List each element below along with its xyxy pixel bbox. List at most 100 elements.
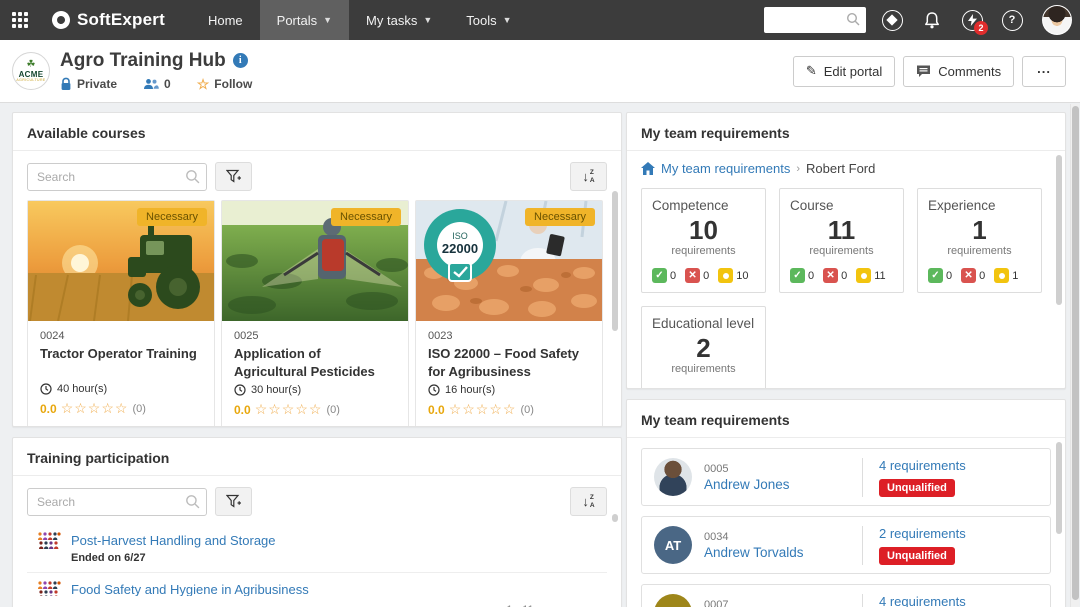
filter-icon [226, 169, 242, 184]
panel-title: My team requirements [627, 412, 1065, 438]
person-avatar-initials: AT [654, 526, 692, 564]
bell-icon [923, 11, 941, 30]
chevron-right-icon: › [796, 163, 800, 175]
x-icon: ✕ [685, 268, 700, 283]
updates-button[interactable]: 2 [952, 0, 992, 40]
person-requirements-link[interactable]: 4 requirements [879, 594, 1038, 607]
training-link[interactable]: Post-Harvest Handling and Storage [71, 533, 276, 548]
person-row[interactable]: 0005 Andrew Jones 4 requirements Unquali… [641, 448, 1051, 506]
home-icon [641, 162, 655, 175]
courses-search-input[interactable] [27, 163, 207, 191]
content-area: Available courses ↓ ZA [0, 104, 1080, 607]
person-row[interactable]: AT 0034 Andrew Torvalds 2 requirements U… [641, 516, 1051, 574]
training-item[interactable]: Post-Harvest Handling and Storage Ended … [27, 524, 607, 573]
course-image: Necessary [28, 201, 214, 321]
pending-icon [856, 268, 871, 283]
person-code: 0007 [704, 599, 774, 607]
person-code: 0034 [704, 531, 804, 543]
star-icons: ☆☆☆☆☆ [61, 400, 129, 417]
person-requirements-link[interactable]: 2 requirements [879, 526, 1038, 541]
page-scrollbar-thumb[interactable] [1072, 106, 1079, 600]
course-code: 0024 [40, 330, 202, 342]
clock-icon [234, 384, 246, 396]
req-card-competence[interactable]: Competence 10 requirements ✓0 ✕0 10 [641, 188, 766, 293]
course-card-iso22000[interactable]: ISO 22000 Necessary 0023 ISO 22000 – Foo… [415, 200, 603, 427]
training-participation-panel: Training participation ↓ ZA [12, 437, 622, 607]
iso-badge-art: ISO 22000 [424, 209, 496, 281]
requirements-scrollbar-thumb[interactable] [1056, 155, 1062, 305]
training-link[interactable]: Food Safety and Hygiene in Agribusiness [71, 582, 309, 596]
req-card-course[interactable]: Course 11 requirements ✓0 ✕0 11 [779, 188, 904, 293]
brand-logo[interactable]: SoftExpert [52, 10, 165, 30]
notifications-button[interactable] [912, 0, 952, 40]
training-scrollbar-thumb[interactable] [612, 514, 618, 522]
filter-button[interactable] [215, 162, 252, 191]
group-icon [37, 581, 61, 596]
page-scrollbar[interactable] [1070, 104, 1079, 607]
chevron-down-icon: ▼ [503, 15, 512, 25]
page-next-icon[interactable]: › [590, 602, 595, 607]
notification-badge: 2 [974, 21, 988, 35]
sort-icon: ↓ [582, 169, 589, 184]
team-requirements-panel: My team requirements My team requirement… [626, 112, 1066, 389]
training-item[interactable]: Food Safety and Hygiene in Agribusiness … [27, 573, 607, 596]
sort-icon: ↓ [582, 494, 589, 509]
person-name-link[interactable]: Andrew Torvalds [704, 545, 804, 560]
courses-scrollbar-thumb[interactable] [612, 191, 618, 331]
help-button[interactable]: ? [992, 0, 1032, 40]
pending-icon [994, 268, 1009, 283]
nav-item-my-tasks[interactable]: My tasks▼ [349, 0, 449, 40]
status-badge: Unqualified [879, 479, 955, 497]
clock-icon [428, 384, 440, 396]
comment-icon [916, 64, 931, 78]
necessary-badge: Necessary [137, 208, 207, 226]
panel-title: Available courses [13, 125, 621, 151]
nav-item-tools[interactable]: Tools▼ [449, 0, 528, 40]
comments-button[interactable]: Comments [903, 56, 1014, 87]
people-scrollbar-thumb[interactable] [1056, 442, 1062, 534]
training-ended: Ended on 6/27 [71, 552, 276, 564]
req-card-educational-level[interactable]: Educational level 2 requirements [641, 306, 766, 389]
app-grid-button[interactable] [0, 0, 40, 40]
nav-item-home[interactable]: Home [191, 0, 260, 40]
nav-item-portals[interactable]: Portals▼ [260, 0, 349, 40]
training-search-input[interactable] [27, 488, 207, 516]
explore-button[interactable] [872, 0, 912, 40]
pagination: 1 - 11 ‹ › [27, 602, 607, 607]
person-row[interactable]: BO 0007 Carl Jordan 4 requirements Unqua… [641, 584, 1051, 607]
necessary-badge: Necessary [331, 208, 401, 226]
portal-header: ☘ ACME AGRICULTURE Agro Training Hub i P… [0, 40, 1080, 103]
top-navbar: SoftExpert Home Portals▼ My tasks▼ Tools… [0, 0, 1080, 40]
filter-button[interactable] [215, 487, 252, 516]
softexpert-logo-icon [49, 8, 72, 31]
follow-button[interactable]: ☆ Follow [197, 76, 253, 93]
clock-icon [40, 383, 52, 395]
person-requirements-link[interactable]: 4 requirements [879, 458, 1038, 473]
course-hours: 30 hour(s) [251, 384, 301, 396]
req-card-experience[interactable]: Experience 1 requirements ✓0 ✕0 1 [917, 188, 1042, 293]
team-list-panel: My team requirements 0005 Andrew Jones 4… [626, 399, 1066, 607]
course-hours: 16 hour(s) [445, 384, 495, 396]
sort-button[interactable]: ↓ ZA [570, 162, 607, 191]
page-prev-icon[interactable]: ‹ [560, 602, 565, 607]
question-icon: ? [1002, 10, 1023, 31]
person-name-link[interactable]: Andrew Jones [704, 477, 790, 492]
x-icon: ✕ [823, 268, 838, 283]
user-avatar[interactable] [1042, 5, 1072, 35]
course-hours: 40 hour(s) [57, 383, 107, 395]
course-title: Application of Agricultural Pesticides [234, 345, 396, 380]
star-icons: ☆☆☆☆☆ [449, 401, 517, 418]
course-card-tractor[interactable]: Necessary 0024 Tractor Operator Training… [27, 200, 215, 427]
more-options-button[interactable]: ... [1022, 56, 1066, 87]
breadcrumb-root-link[interactable]: My team requirements [661, 161, 790, 176]
course-card-pesticides[interactable]: Necessary 0025 Application of Agricultur… [221, 200, 409, 427]
training-list: Post-Harvest Handling and Storage Ended … [27, 524, 607, 596]
sort-button[interactable]: ↓ ZA [570, 487, 607, 516]
compass-icon [882, 10, 903, 31]
course-rating: 0.0 ☆☆☆☆☆ (0) [234, 401, 396, 418]
person-avatar-initials: BO [654, 594, 692, 607]
page-title: Agro Training Hub [60, 50, 226, 72]
edit-portal-button[interactable]: ✎ Edit portal [793, 56, 895, 87]
course-rating: 0.0 ☆☆☆☆☆ (0) [428, 401, 590, 418]
info-icon[interactable]: i [233, 53, 248, 68]
